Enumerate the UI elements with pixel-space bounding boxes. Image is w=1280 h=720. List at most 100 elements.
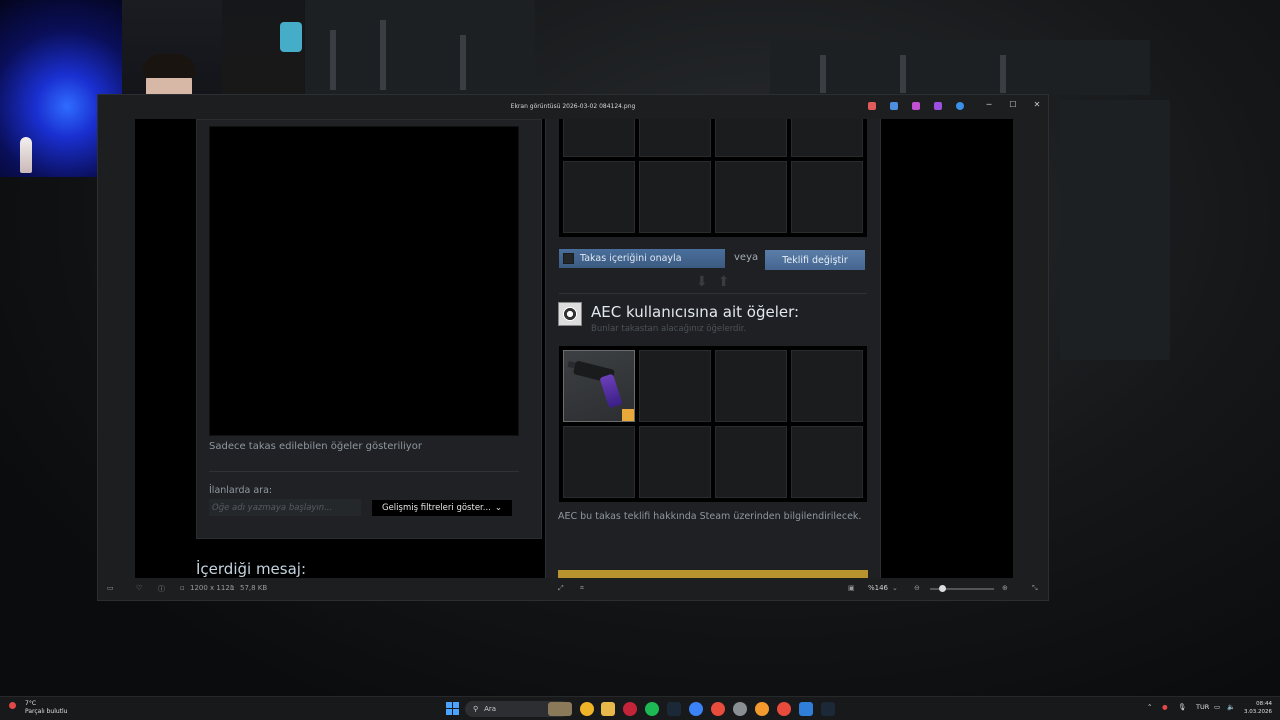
your-items-grid — [559, 119, 867, 237]
or-label: veya — [734, 252, 759, 263]
messenger-icon[interactable] — [689, 702, 703, 716]
settings-icon[interactable] — [733, 702, 747, 716]
image-dimensions: 1200 x 1121 — [190, 584, 235, 592]
search-label: İlanlarda ara: — [209, 485, 273, 496]
close-button[interactable]: ✕ — [1030, 100, 1044, 109]
info-icon[interactable]: ⓘ — [158, 584, 165, 594]
browser-icon[interactable] — [777, 702, 791, 716]
stattrak-badge-icon — [622, 409, 634, 421]
confirm-label: Takas içeriğini onayla — [580, 253, 682, 264]
search-input[interactable] — [209, 499, 361, 516]
image-canvas[interactable]: Sadece takas edilebilen öğeler gösterili… — [135, 119, 1013, 578]
item-slot[interactable] — [563, 426, 635, 498]
title-bar[interactable]: Ekran görüntüsü 2026-03-02 084124.png ─ … — [98, 95, 1048, 117]
anime-character-figure — [20, 137, 32, 173]
chrome-profile-icon[interactable] — [711, 702, 725, 716]
start-icon[interactable] — [446, 702, 459, 715]
item-slot[interactable] — [563, 119, 635, 157]
item-slot[interactable] — [639, 350, 711, 422]
weather-widget[interactable]: 7°C Parçalı bulutlu — [25, 700, 67, 716]
zoom-dropdown-icon[interactable]: ⌄ — [892, 584, 898, 592]
advanced-filters-label: Gelişmiş filtreleri göster... — [381, 503, 491, 513]
fit-screen-icon[interactable]: ⤢ — [558, 584, 564, 593]
background-book — [1000, 55, 1006, 93]
zoom-slider[interactable] — [930, 585, 994, 592]
language-indicator[interactable]: TUR — [1196, 703, 1209, 711]
advanced-filters-button[interactable]: Gelişmiş filtreleri göster... ⌄ — [372, 500, 512, 516]
revolver-grip — [599, 373, 623, 409]
item-slot[interactable] — [715, 119, 787, 157]
item-slot[interactable] — [715, 350, 787, 422]
zoom-level[interactable]: %146 — [868, 584, 888, 592]
zoom-slider-thumb[interactable] — [939, 585, 947, 592]
trade-offer-panel: Takas içeriğini onayla veya Teklifi deği… — [545, 119, 881, 578]
item-slot[interactable] — [791, 350, 863, 422]
clipchamp-icon[interactable] — [912, 102, 920, 110]
item-slot[interactable] — [639, 119, 711, 157]
weather-temp: 7°C — [25, 700, 37, 707]
accept-trade-bar[interactable] — [558, 570, 868, 578]
network-icon[interactable]: ▭ — [1214, 703, 1220, 711]
taskbar: 7°C Parçalı bulutlu ⚲ Ara ⌃ ● 🎙 TUR ▭ 🔈 … — [0, 696, 1280, 720]
confirm-trade-checkbox[interactable]: Takas içeriğini onayla — [559, 249, 725, 268]
taskbar-search-label: Ara — [484, 705, 497, 713]
item-slot[interactable] — [791, 426, 863, 498]
fit-window-icon[interactable]: ▣ — [848, 584, 855, 592]
item-slot[interactable] — [715, 161, 787, 233]
copilot-icon[interactable] — [868, 102, 876, 110]
swap-arrows-icon: ⬇⬆ — [696, 274, 740, 290]
clock-time: 08:44 — [1256, 701, 1272, 707]
revolver-item-slot[interactable] — [563, 350, 635, 422]
weather-desc: Parçalı bulutlu — [25, 708, 68, 715]
onedrive-icon[interactable] — [956, 102, 964, 110]
tradable-note: Sadece takas edilebilen öğeler gösterili… — [209, 441, 422, 452]
zoom-in-icon[interactable]: ⊕ — [1002, 584, 1008, 592]
clock-date: 3.03.2026 — [1244, 709, 1272, 715]
clock[interactable]: 08:44 3.03.2026 — [1244, 700, 1272, 716]
tray-chevron-icon[interactable]: ⌃ — [1147, 703, 1152, 711]
chevron-down-icon: ⌄ — [494, 503, 502, 513]
inventory-grid[interactable] — [209, 126, 519, 436]
file-explorer-icon[interactable] — [601, 702, 615, 716]
chrome-icon[interactable] — [580, 702, 594, 716]
avatar-emblem-icon — [563, 307, 577, 321]
designer-icon[interactable] — [934, 102, 942, 110]
maximize-button[interactable]: ☐ — [1006, 100, 1020, 109]
steam-icon[interactable] — [667, 702, 681, 716]
user-avatar[interactable] — [558, 302, 582, 326]
tray-app-icon[interactable]: ● — [1162, 703, 1168, 711]
background-shelf — [770, 40, 1150, 95]
crop-icon[interactable]: ⌗ — [580, 584, 584, 593]
item-slot[interactable] — [639, 161, 711, 233]
fullscreen-icon[interactable]: ⤡ — [1032, 584, 1038, 593]
minimize-button[interactable]: ─ — [982, 100, 996, 109]
volume-icon[interactable]: 🔈 — [1227, 703, 1235, 711]
viewer-status-bar: ▭ ♡ ⓘ ▫ 1200 x 1121 ▫ 57,8 KB ⤢ ⌗ ▣ %146… — [98, 579, 1048, 601]
item-slot[interactable] — [563, 161, 635, 233]
change-offer-button[interactable]: Teklifi değiştir — [765, 250, 865, 270]
background-shelf — [1060, 100, 1170, 360]
spotify-icon[interactable] — [645, 702, 659, 716]
desktop: Ekran görüntüsü 2026-03-02 084124.png ─ … — [0, 0, 1280, 720]
edit-icon[interactable] — [890, 102, 898, 110]
item-slot[interactable] — [639, 426, 711, 498]
item-slot[interactable] — [791, 119, 863, 157]
photo-viewer-window: Ekran görüntüsü 2026-03-02 084124.png ─ … — [97, 94, 1049, 601]
microphone-icon[interactable]: 🎙 — [1178, 703, 1186, 711]
steam-running-icon[interactable] — [821, 702, 835, 716]
item-slot[interactable] — [791, 161, 863, 233]
app-icon[interactable] — [755, 702, 769, 716]
photos-icon[interactable] — [799, 702, 813, 716]
weather-icon[interactable] — [9, 702, 16, 709]
item-slot[interactable] — [715, 426, 787, 498]
divider — [559, 293, 867, 294]
background-book — [820, 55, 826, 93]
zoom-out-icon[interactable]: ⊖ — [914, 584, 920, 592]
their-items-subtitle: Bunlar takastan alacağınız öğelerdir. — [591, 324, 747, 334]
opera-icon[interactable] — [623, 702, 637, 716]
favorite-icon[interactable]: ♡ — [136, 584, 142, 592]
filmstrip-icon[interactable]: ▭ — [107, 584, 114, 592]
their-items-title: AEC kullanıcısına ait öğeler: — [591, 303, 800, 321]
background-book — [460, 35, 466, 90]
search-highlight-icon[interactable] — [548, 702, 572, 716]
